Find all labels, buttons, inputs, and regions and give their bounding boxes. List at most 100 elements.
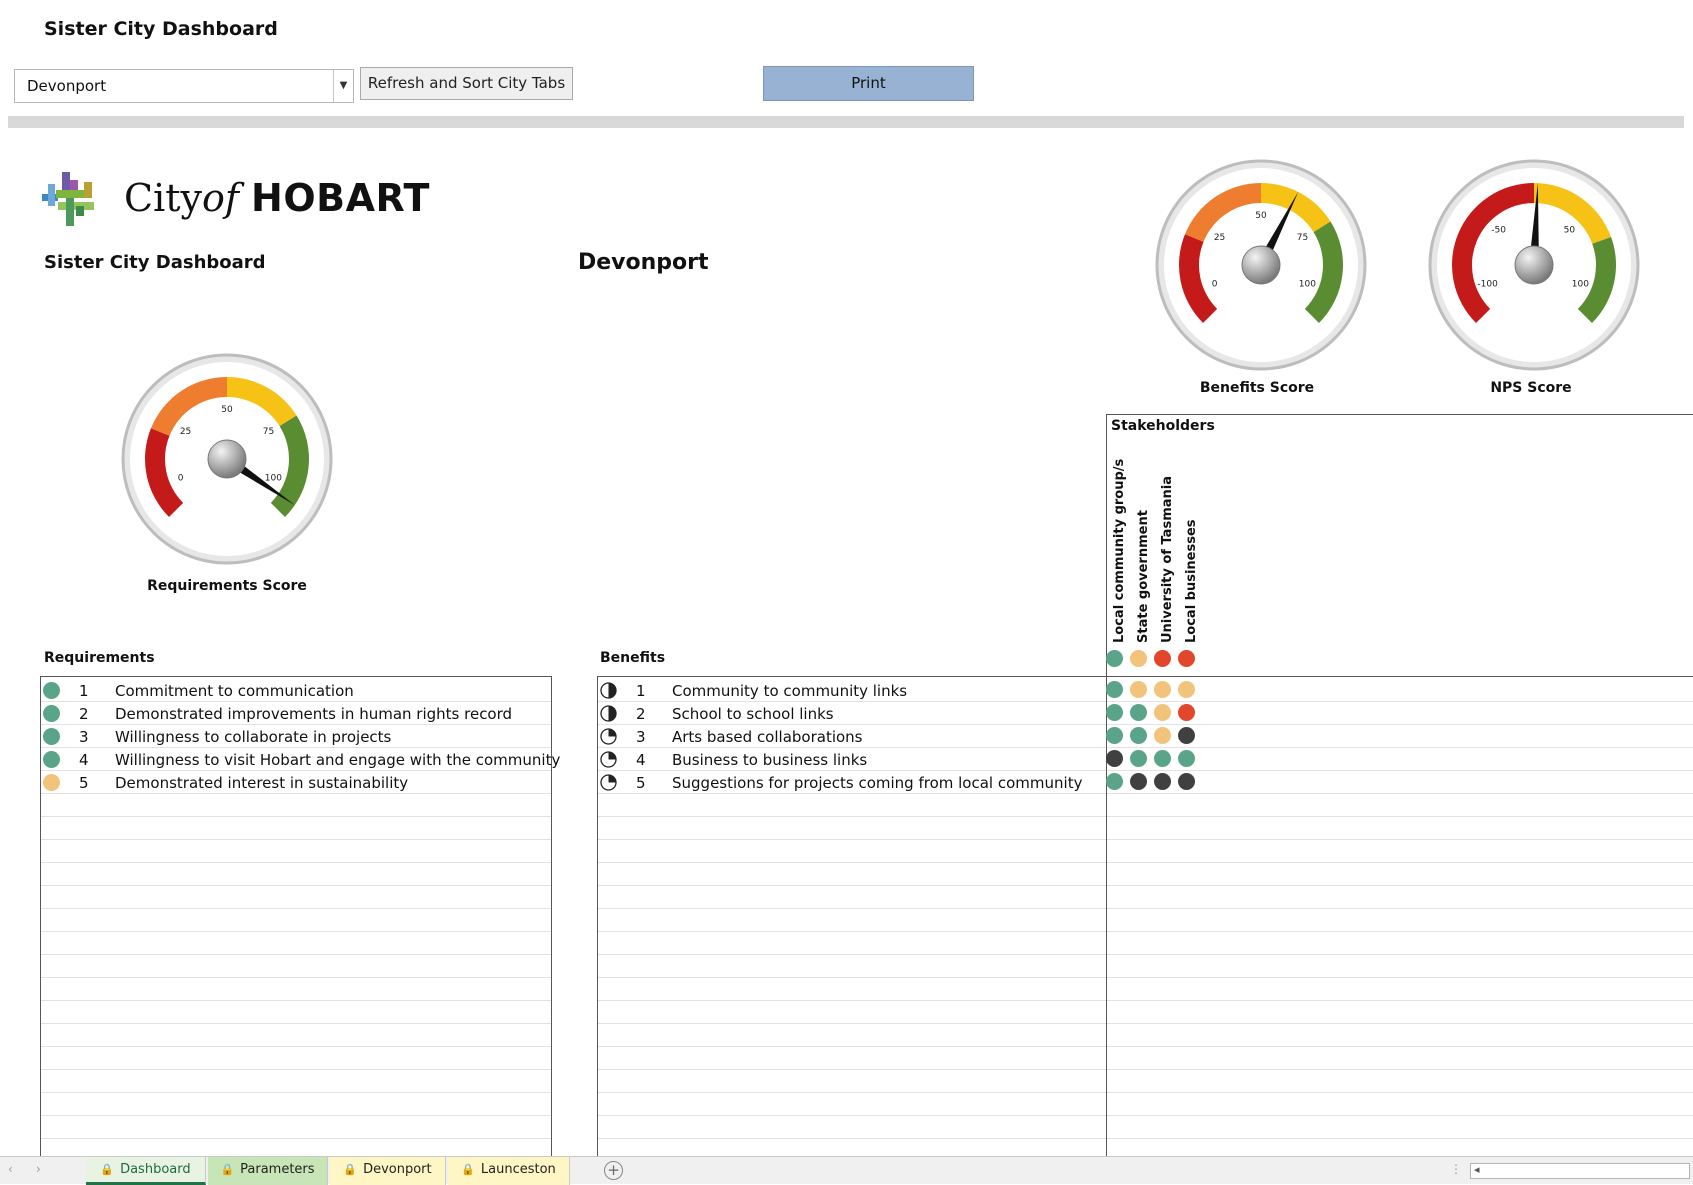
row-number: 4 (636, 751, 646, 769)
table-row-empty (1107, 955, 1693, 978)
benefits-table: 1 Community to community links 2 School to … (597, 676, 1107, 1156)
gauge-tick-label: -100 (1477, 280, 1498, 290)
stakeholder-column-label: Local community group/s (1112, 458, 1127, 643)
table-row-empty (598, 886, 1107, 909)
table-row-empty (41, 1070, 551, 1093)
stakeholders-heading: Stakeholders (1111, 418, 1215, 434)
table-row-empty (598, 909, 1107, 932)
table-row-empty (41, 1093, 551, 1116)
table-row-empty (1107, 909, 1693, 932)
status-dot-icon (43, 705, 60, 722)
print-button[interactable]: Print (763, 66, 974, 101)
nps-gauge: -100 -50 50 100 (1428, 159, 1640, 371)
table-row-empty (598, 1093, 1107, 1116)
table-row-empty (598, 978, 1107, 1001)
table-row-empty (41, 840, 551, 863)
selected-city-heading: Devonport (578, 250, 709, 275)
requirements-table: 1 Commitment to communication 2 Demonstrate… (40, 676, 560, 1156)
nps-gauge-label: NPS Score (1490, 380, 1572, 396)
table-row-empty (41, 1001, 551, 1024)
scroll-left-icon[interactable]: ‹ (8, 1162, 13, 1176)
gauge-tick-label: 25 (1214, 233, 1225, 243)
tab-split-icon[interactable]: ⋮ (1450, 1162, 1462, 1176)
row-number: 1 (79, 682, 89, 700)
status-dot-icon (43, 728, 60, 745)
table-row-empty (598, 1001, 1107, 1024)
header-divider (8, 116, 1684, 128)
row-number: 5 (79, 774, 89, 792)
scroll-right-icon[interactable]: › (36, 1162, 41, 1176)
add-sheet-icon[interactable]: + (604, 1161, 623, 1180)
benefits-gauge: 0 25 50 75 100 (1155, 159, 1367, 371)
tab-label: Launceston (480, 1162, 556, 1177)
table-row-empty (1107, 1047, 1693, 1070)
table-row-empty (41, 1047, 551, 1070)
requirement-text: Demonstrated interest in sustainability (115, 774, 409, 792)
requirements-gauge: 0 25 50 75 100 (121, 353, 333, 565)
city-of-hobart-logo-icon (42, 172, 94, 226)
table-row: 3 Willingness to collaborate in projects (41, 725, 551, 748)
table-row-empty (598, 1116, 1107, 1139)
gauge-tick-label: 75 (1297, 233, 1308, 243)
table-row-empty (41, 863, 551, 886)
table-row-empty (1107, 702, 1693, 725)
benefits-heading: Benefits (600, 650, 666, 666)
table-row-empty (1107, 1093, 1693, 1116)
tab-dashboard[interactable]: 🔒 Dashboard (86, 1157, 206, 1185)
lock-icon: 🔒 (100, 1163, 115, 1176)
row-number: 2 (79, 705, 89, 723)
table-row-empty (1107, 1116, 1693, 1139)
dashboard-subtitle: Sister City Dashboard (44, 252, 266, 273)
table-row-empty (1107, 679, 1693, 702)
benefit-text: Business to business links (672, 751, 868, 769)
table-row-empty (1107, 817, 1693, 840)
gauge-tick-label: 100 (1299, 280, 1316, 290)
tab-parameters[interactable]: 🔒 Parameters (208, 1157, 328, 1185)
status-dot-icon (43, 774, 60, 791)
table-row-empty (1107, 1024, 1693, 1047)
table-row-empty (41, 909, 551, 932)
table-row: 3 Arts based collaborations (598, 725, 1107, 748)
tab-launceston[interactable]: 🔒 Launceston (448, 1157, 570, 1185)
table-row-empty (598, 817, 1107, 840)
harvey-ball-icon (600, 728, 617, 745)
requirement-text: Commitment to communication (115, 682, 354, 700)
row-number: 5 (636, 774, 646, 792)
sheet-tab-bar: ‹ › 🔒 Dashboard 🔒 Parameters 🔒 Devonport 🔒 Laun… (0, 1156, 1693, 1185)
harvey-ball-icon (600, 682, 617, 699)
table-row-empty (1107, 748, 1693, 771)
table-row-empty (41, 932, 551, 955)
table-row: 2 Demonstrated improvements in human righ… (41, 702, 551, 725)
table-row-empty (1107, 794, 1693, 817)
logo-wordmark: Cityof HOBART (124, 176, 430, 220)
horizontal-scrollbar[interactable]: ◂ (1470, 1163, 1690, 1179)
stakeholder-rows (1107, 676, 1693, 1156)
table-row-empty (1107, 840, 1693, 863)
requirement-text: Willingness to visit Hobart and engage w… (115, 751, 561, 769)
tab-label: Parameters (240, 1162, 315, 1177)
gauge-tick-label: 100 (1572, 280, 1589, 290)
stakeholder-column-label: State government (1136, 510, 1151, 643)
table-row: 5 Suggestions for projects coming from lo… (598, 771, 1107, 794)
gauge-tick-label: 75 (263, 427, 274, 437)
tab-devonport[interactable]: 🔒 Devonport (330, 1157, 446, 1185)
requirements-heading: Requirements (44, 650, 155, 666)
stakeholder-status-dot-icon (1106, 650, 1123, 667)
city-select[interactable]: Devonport ▼ (14, 69, 354, 103)
scroll-left-arrow-icon[interactable]: ◂ (1474, 1163, 1480, 1176)
table-row-empty (1107, 1070, 1693, 1093)
gauge-tick-label: 50 (1255, 211, 1267, 221)
chevron-down-icon[interactable]: ▼ (333, 70, 353, 102)
table-row-empty (41, 817, 551, 840)
row-number: 3 (636, 728, 646, 746)
lock-icon: 🔒 (343, 1163, 358, 1176)
benefit-text: Suggestions for projects coming from loc… (672, 774, 1083, 792)
table-row-empty (41, 1116, 551, 1139)
tab-label: Dashboard (120, 1162, 191, 1177)
table-row: 1 Community to community links (598, 679, 1107, 702)
refresh-sort-button[interactable]: Refresh and Sort City Tabs (360, 67, 573, 100)
logo-city-text: City (124, 176, 202, 220)
table-row: 5 Demonstrated interest in sustainability (41, 771, 551, 794)
harvey-ball-icon (600, 751, 617, 768)
table-row: 4 Business to business links (598, 748, 1107, 771)
